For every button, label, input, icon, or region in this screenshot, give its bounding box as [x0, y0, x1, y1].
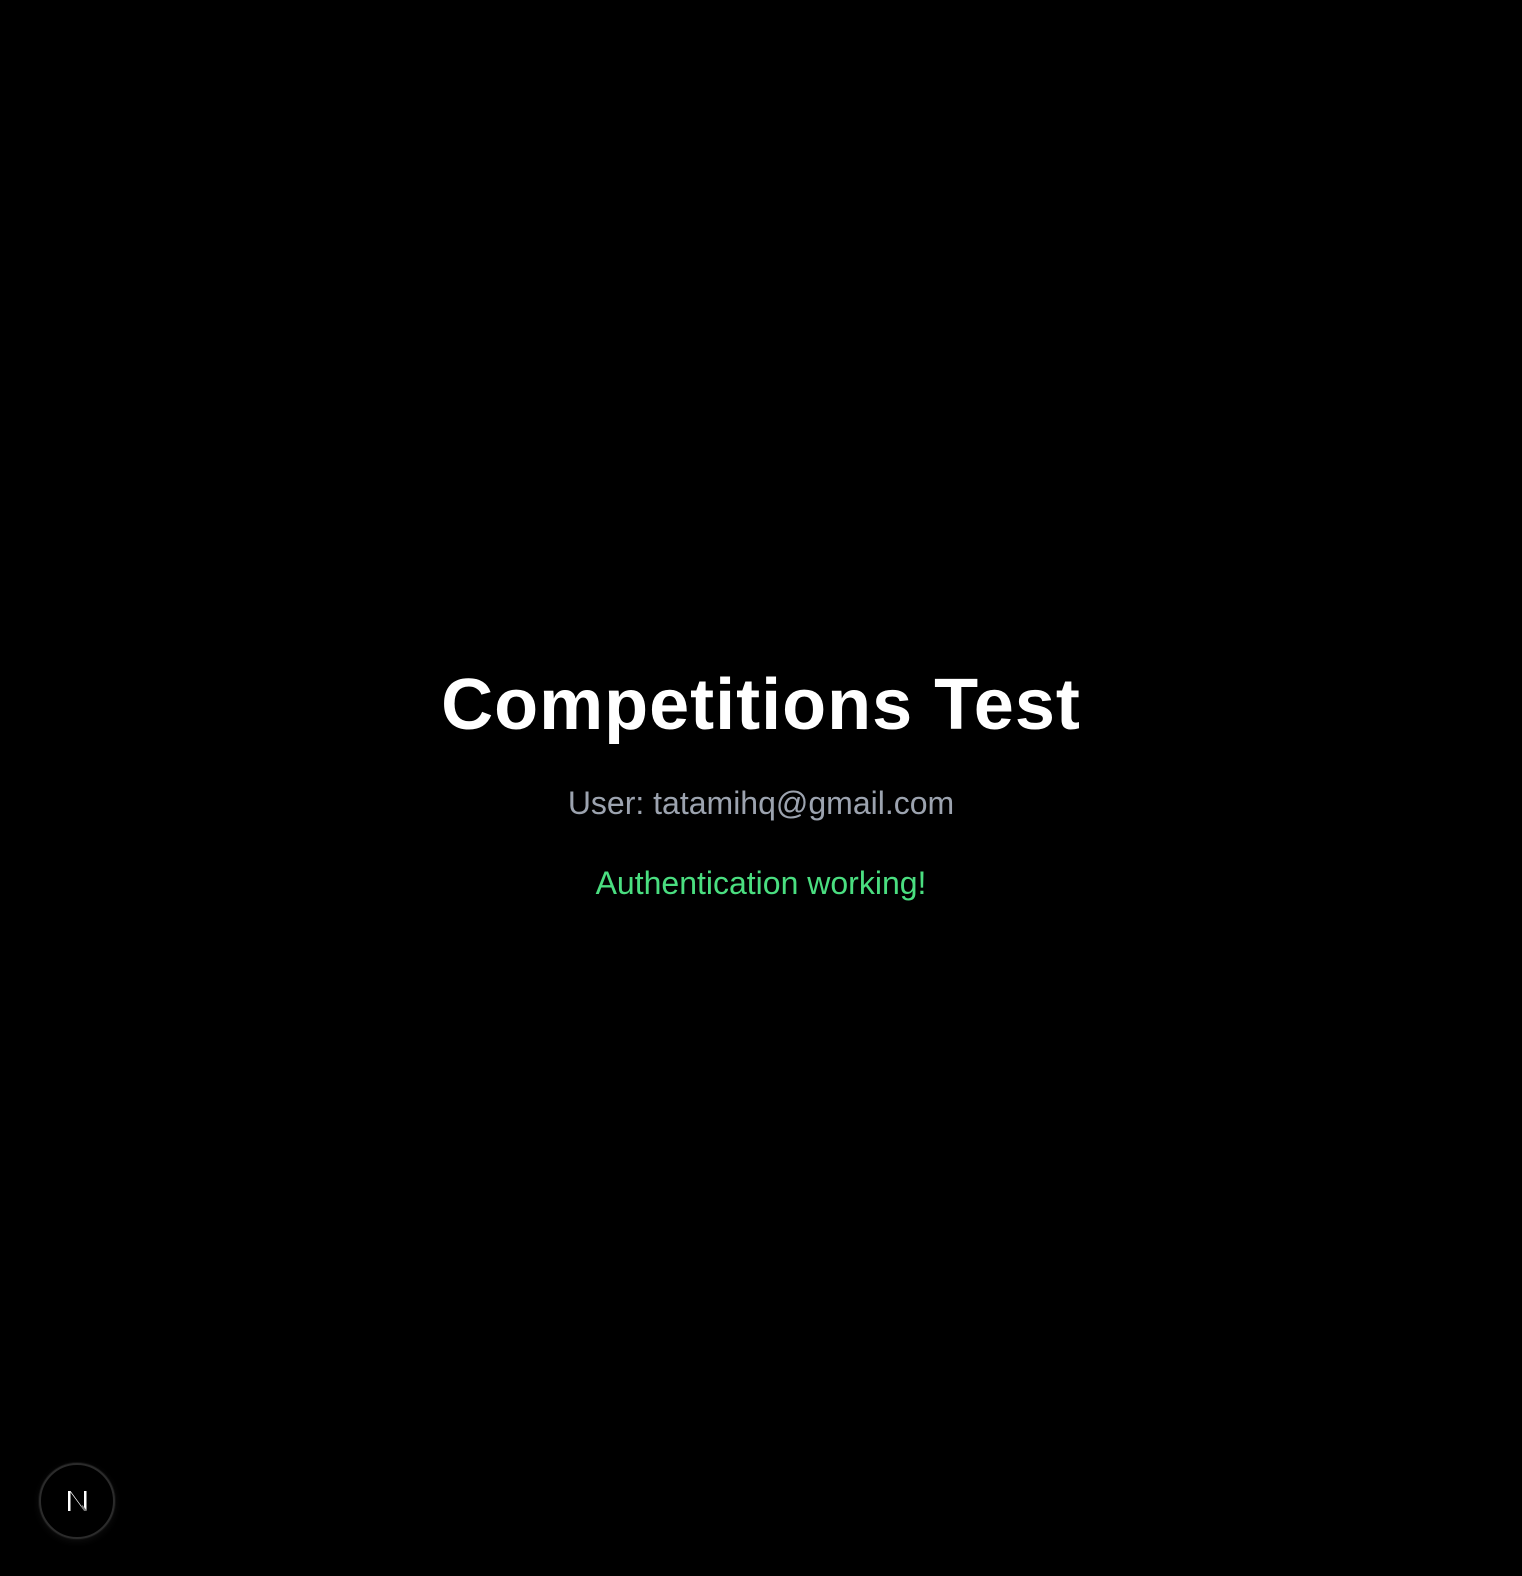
nextjs-devtools-button[interactable]: [39, 1463, 115, 1539]
page: Competitions Test User: tatamihq@gmail.c…: [0, 0, 1522, 1576]
auth-status-text: Authentication working!: [595, 865, 927, 901]
page-title: Competitions Test: [441, 665, 1081, 745]
main-content: Competitions Test User: tatamihq@gmail.c…: [0, 660, 1522, 903]
nextjs-logo-icon: [68, 1491, 87, 1511]
user-email-text: User: tatamihq@gmail.com: [567, 785, 955, 821]
